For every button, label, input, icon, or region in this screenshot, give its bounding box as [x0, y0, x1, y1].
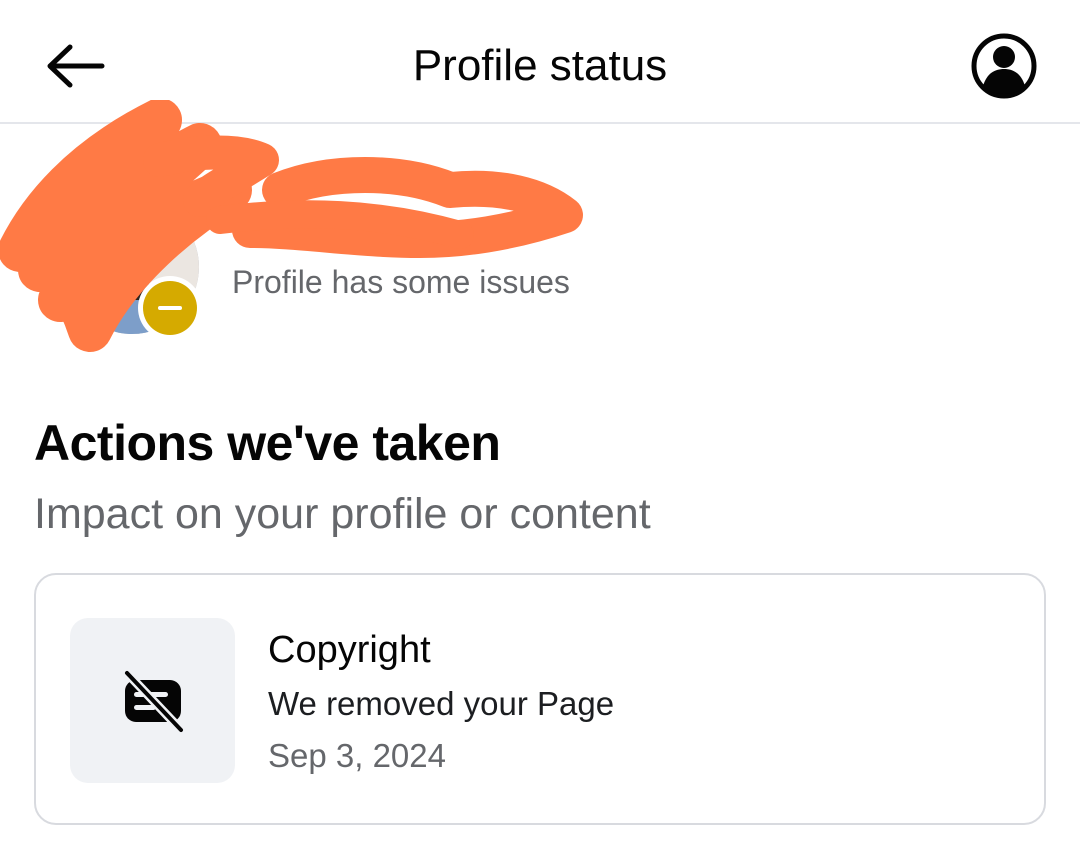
section-title: Actions we've taken	[34, 415, 501, 471]
status-badge	[138, 276, 202, 340]
card-date: Sep 3, 2024	[268, 737, 446, 774]
card-title: Copyright	[268, 629, 431, 671]
page-title: Profile status	[412, 41, 668, 90]
card-icon-tile	[70, 618, 235, 783]
action-card[interactable]: Copyright We removed your Page Sep 3, 20…	[34, 573, 1046, 825]
card-description: We removed your Page	[268, 685, 615, 722]
account-circle-icon	[971, 33, 1037, 99]
profile-status-screen: Profile status Profile has some issues A…	[0, 0, 1080, 849]
minus-circle-icon	[143, 281, 197, 335]
page-removed-icon	[122, 668, 185, 734]
profile-name-redacted	[232, 205, 562, 245]
profile-status-text: Profile has some issues	[232, 264, 570, 300]
section-subtitle: Impact on your profile or content	[34, 490, 651, 538]
account-button[interactable]	[962, 24, 1046, 108]
top-app-bar: Profile status	[0, 0, 1080, 124]
